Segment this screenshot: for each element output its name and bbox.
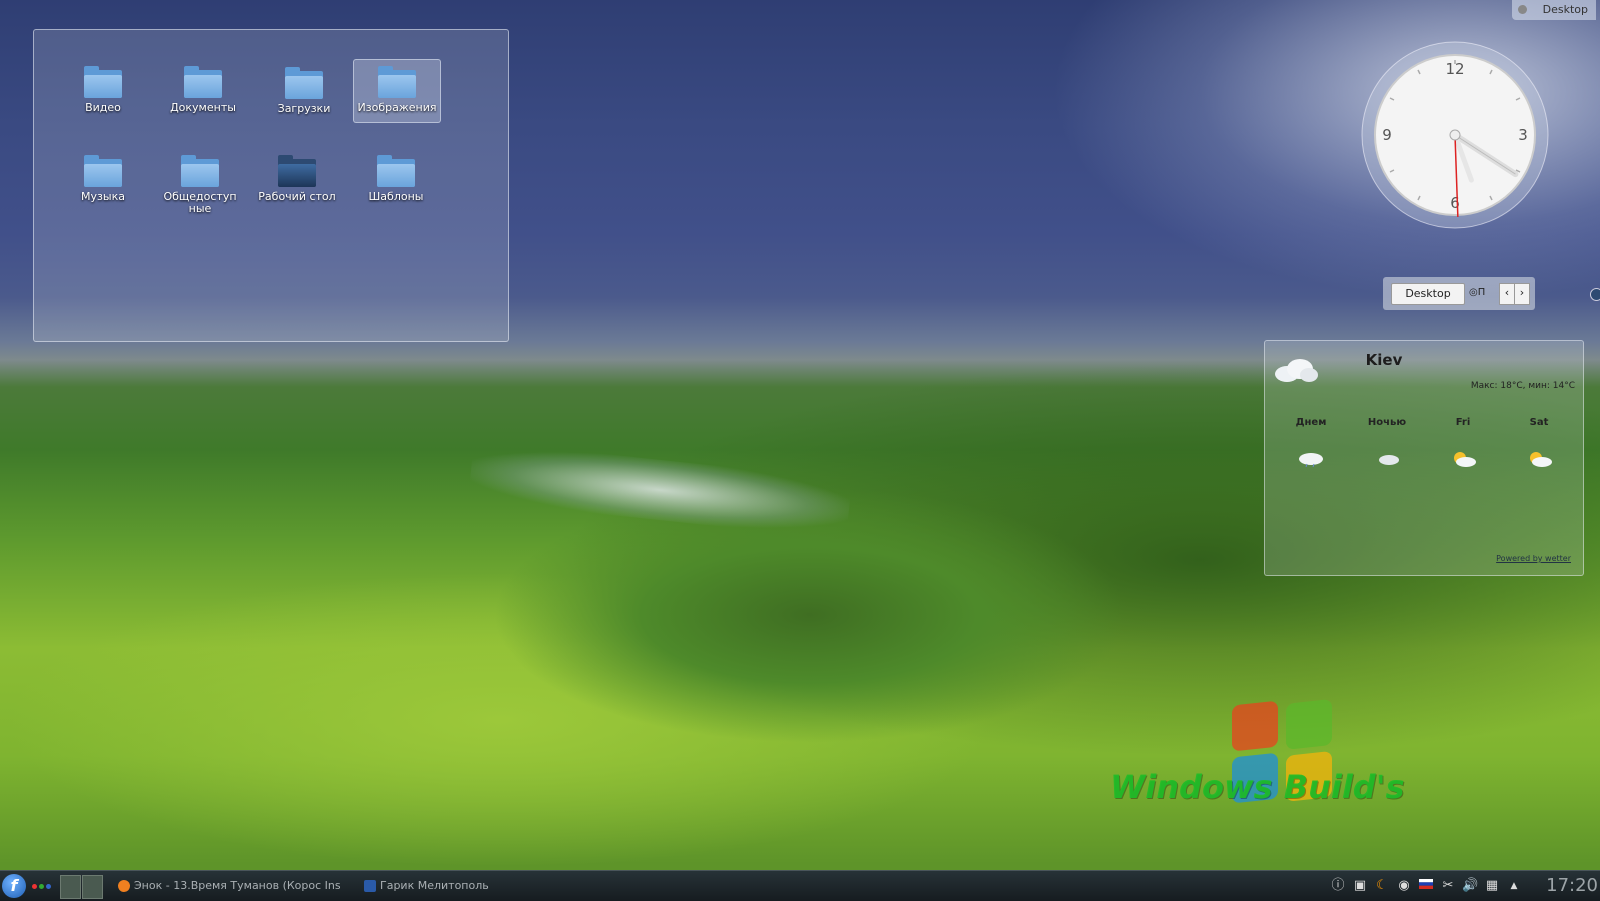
info-icon[interactable]: ⓘ (1330, 878, 1346, 894)
folder-view-widget[interactable]: Видео Документы Загрузки Изображения Муз… (33, 29, 509, 342)
watermark-text: Windows Build's (1110, 768, 1405, 806)
weather-days: Днем Ночью Fri Sat (1273, 417, 1573, 431)
taskbar-task-chat[interactable]: Гарик Мелитополь (364, 874, 564, 898)
pager-desktop-2[interactable] (82, 875, 103, 899)
chat-icon (364, 880, 376, 892)
taskbar-task-player[interactable]: Энок - 13.Время Туманов (Корос Instrum..… (118, 874, 340, 898)
weather-icon[interactable]: ☾ (1374, 878, 1390, 894)
folder-item-public[interactable]: Общедоступные (160, 149, 240, 215)
app-launcher-dots-icon[interactable] (32, 880, 52, 892)
pager-task-label: П (1477, 287, 1486, 298)
folder-icon (285, 67, 323, 99)
scissors-icon[interactable]: ✂ (1440, 878, 1456, 894)
taskbar: f Энок - 13.Время Туманов (Корос Instrum… (0, 870, 1600, 901)
desktop-folder-icon (278, 155, 316, 187)
folder-label: Рабочий стол (258, 190, 336, 203)
folder-item-templates[interactable]: Шаблоны (353, 149, 439, 203)
taskbar-pager[interactable] (60, 875, 103, 899)
weather-day-label: Днем (1295, 417, 1327, 428)
folder-item-music[interactable]: Музыка (60, 149, 146, 203)
globe-icon[interactable]: ◉ (1396, 878, 1412, 894)
weather-widget[interactable]: Kiev Макс: 18°C, мин: 14°C Днем Ночью Fr… (1264, 340, 1584, 576)
folder-icon (377, 155, 415, 187)
weather-powered-by-link[interactable]: Powered by wetter (1496, 554, 1571, 563)
desktop-corner-text: Desktop (1542, 3, 1588, 16)
desktop-pager-widget[interactable]: Desktop ◎П ‹ › (1383, 277, 1535, 310)
network-icon[interactable]: ▣ (1352, 878, 1368, 894)
folder-icon (84, 155, 122, 187)
folder-icon (184, 66, 222, 98)
folder-item-pictures[interactable]: Изображения (353, 59, 441, 123)
widget-toolbox-icon[interactable] (1590, 288, 1600, 301)
weather-city: Kiev (1365, 351, 1403, 369)
folder-icon (378, 66, 416, 98)
folder-item-documents[interactable]: Документы (160, 60, 246, 114)
sun-cloud-icon (1454, 452, 1476, 467)
desktop-corner-label[interactable]: Desktop (1512, 0, 1596, 20)
flag-ru-icon[interactable] (1418, 878, 1434, 894)
volume-icon[interactable]: 🔊 (1462, 878, 1478, 894)
arrow-up-icon[interactable]: ▲ (1506, 878, 1522, 894)
night-cloud-icon (1379, 455, 1399, 465)
folder-label: Шаблоны (368, 190, 424, 203)
taskbar-clock[interactable]: 17:20 (1540, 874, 1598, 898)
pager-prev-button[interactable]: ‹ (1499, 283, 1515, 305)
folder-item-downloads[interactable]: Загрузки (261, 61, 347, 115)
player-icon (118, 880, 130, 892)
folder-label: Загрузки (277, 102, 331, 115)
analog-clock-widget[interactable]: 12 3 6 9 (1360, 40, 1550, 230)
task-label: Энок - 13.Время Туманов (Корос Instrum..… (134, 879, 340, 892)
weather-day-label: Fri (1455, 417, 1471, 428)
folder-label: Общедоступные (163, 190, 237, 215)
weather-day-label: Sat (1529, 417, 1549, 428)
folder-item-video[interactable]: Видео (60, 60, 146, 114)
folder-icon (84, 66, 122, 98)
pager-next-button[interactable]: › (1514, 283, 1530, 305)
clock-numeral-3: 3 (1518, 126, 1528, 144)
clock-center-pin (1449, 129, 1461, 141)
folder-item-desktop[interactable]: Рабочий стол (247, 149, 347, 203)
pager-task-item[interactable]: ◎П (1469, 283, 1499, 303)
clock-numeral-12: 12 (1445, 60, 1464, 78)
folder-icon (181, 155, 219, 187)
pager-desktop-1[interactable] (60, 875, 81, 899)
storage-icon[interactable]: ▦ (1484, 878, 1500, 894)
weather-minmax: Макс: 18°C, мин: 14°C (1470, 381, 1575, 391)
rain-cloud-icon (1299, 453, 1323, 467)
folder-label: Музыка (81, 190, 125, 203)
binoculars-icon: ◎ (1469, 287, 1478, 298)
fedora-icon[interactable]: f (2, 874, 26, 898)
pager-desktop-button[interactable]: Desktop (1391, 283, 1465, 305)
folder-label: Изображения (357, 101, 437, 114)
folder-label: Документы (170, 101, 236, 114)
folder-label: Видео (85, 101, 121, 114)
sun-cloud-icon (1530, 452, 1552, 467)
desktop-icon (1518, 5, 1527, 14)
clock-numeral-9: 9 (1382, 126, 1392, 144)
task-label: Гарик Мелитополь (380, 879, 489, 892)
weather-day-label: Ночью (1367, 417, 1407, 428)
